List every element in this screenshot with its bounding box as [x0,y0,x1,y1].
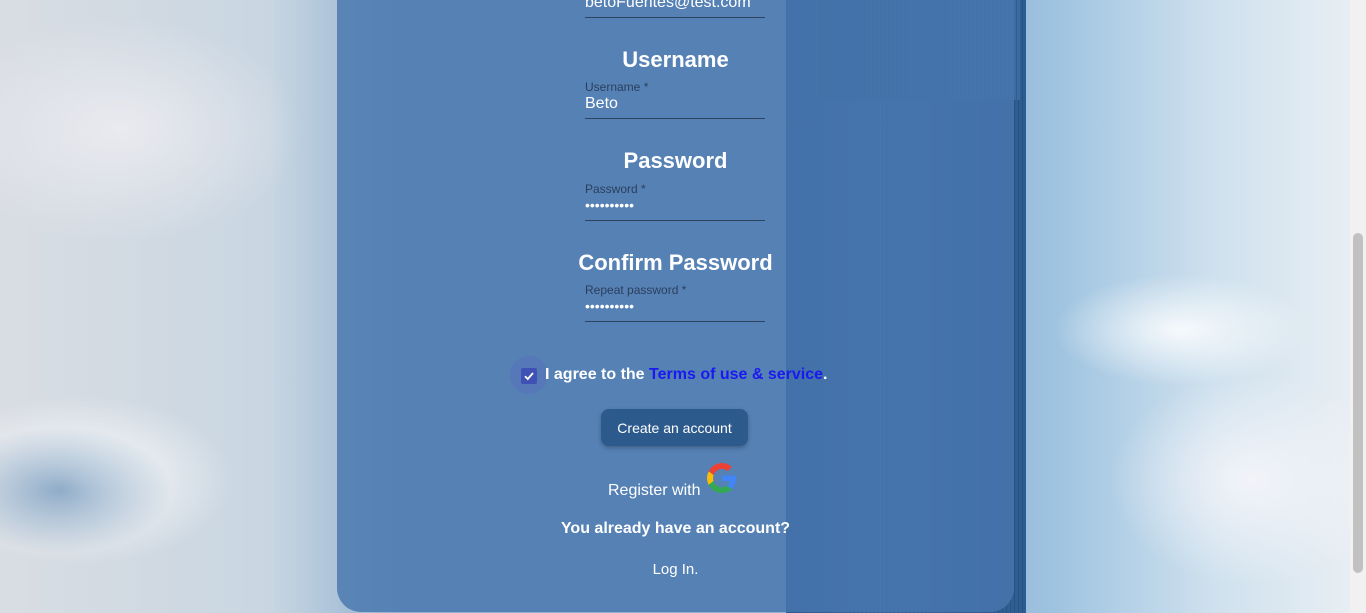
terms-checkbox[interactable] [521,368,537,384]
scrollbar-thumb[interactable] [1353,233,1363,573]
login-link[interactable]: Log In. [337,561,1014,578]
page-scrollbar[interactable] [1350,0,1366,613]
confirm-password-label: Repeat password * [585,283,687,297]
checkmark-icon [524,372,534,381]
already-have-account-text: You already have an account? [560,520,791,537]
email-field[interactable]: betoFuentes@test.com [585,0,765,18]
username-field[interactable]: Username * Beto [585,73,765,119]
username-title: Username [622,47,729,72]
register-panel: betoFuentes@test.com Username Username *… [337,0,1014,612]
password-input[interactable]: •••••••••• [585,197,634,213]
create-account-button[interactable]: Create an account [601,409,748,446]
terms-prefix: I agree to the [545,366,650,383]
register-with-label: Register with [608,482,701,499]
username-input[interactable]: Beto [585,95,618,113]
background-cloud [0,420,330,613]
confirm-password-title: Confirm Password [578,250,773,275]
email-value: betoFuentes@test.com [585,0,751,11]
confirm-password-field[interactable]: Repeat password * •••••••••• [585,276,765,322]
password-label: Password * [585,182,646,196]
terms-agreement: I agree to the Terms of use & service. [545,366,828,384]
username-label: Username * [585,80,649,94]
password-title: Password [623,148,728,173]
google-icon[interactable] [707,463,737,493]
password-field[interactable]: Password * •••••••••• [585,174,765,221]
terms-suffix: . [823,366,828,383]
terms-link[interactable]: Terms of use & service [649,366,823,383]
confirm-password-input[interactable]: •••••••••• [585,298,634,314]
